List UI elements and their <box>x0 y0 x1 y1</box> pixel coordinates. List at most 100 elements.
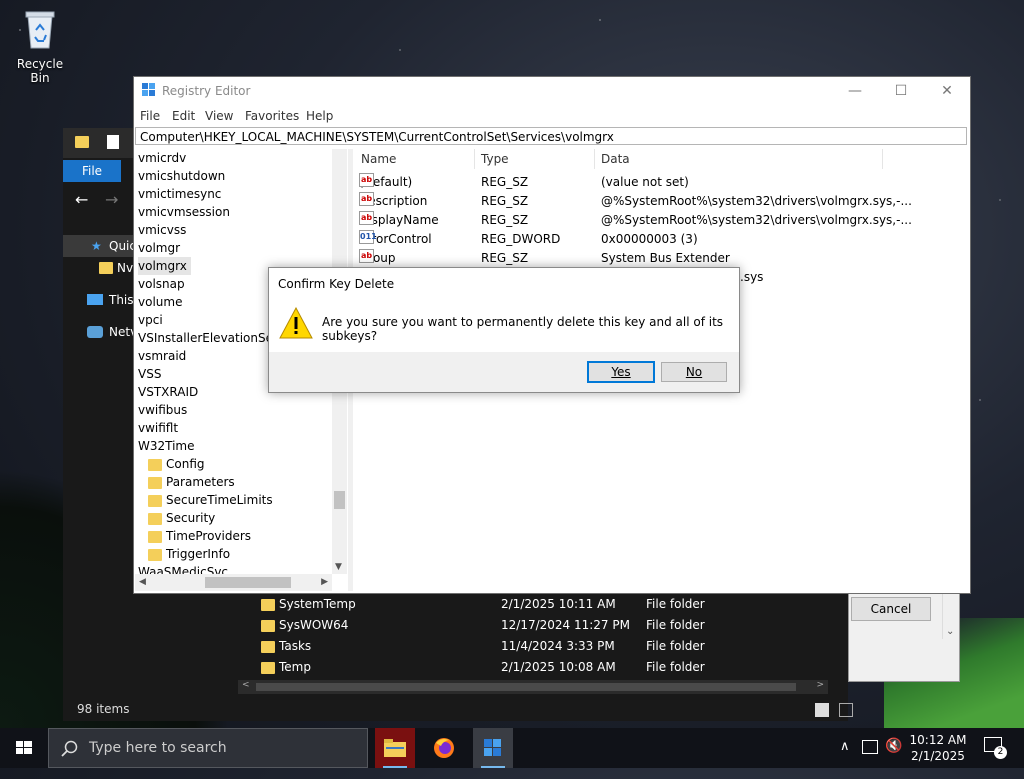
explorer-file-list: SystemTemp 2/1/2025 10:11 AM File folder… <box>241 594 841 678</box>
search-icon <box>61 740 78 757</box>
volume-muted-icon[interactable]: 🔇 <box>885 738 902 778</box>
value-row[interactable]: ab (Default) REG_SZ (value not set) <box>354 173 968 192</box>
folder-icon <box>261 619 275 632</box>
scroll-left-icon[interactable]: ◀ <box>139 577 146 587</box>
scrollbar-thumb[interactable] <box>256 683 796 691</box>
dialog-message: Are you sure you want to permanently del… <box>322 315 724 343</box>
taskbar-clock[interactable]: 10:12 AM 2/1/2025 <box>906 732 970 764</box>
column-name-header[interactable]: Name <box>361 152 396 166</box>
notification-count: 2 <box>994 746 1007 759</box>
recycle-bin-shortcut[interactable]: Recycle Bin <box>6 8 74 85</box>
cancel-button[interactable]: Cancel <box>851 597 931 621</box>
search-placeholder: Type here to search <box>89 740 227 756</box>
no-button[interactable]: No <box>661 362 727 382</box>
registry-editor-icon <box>142 83 155 96</box>
column-data-header[interactable]: Data <box>601 152 630 166</box>
tree-key-item[interactable]: volmgr <box>138 239 347 257</box>
tree-key-item[interactable]: TriggerInfo <box>138 545 347 563</box>
tree-key-item[interactable]: volmgrx <box>138 257 191 275</box>
properties-icon[interactable] <box>107 135 119 149</box>
network-icon[interactable] <box>862 740 878 754</box>
start-button[interactable] <box>0 728 48 768</box>
taskbar-search-box[interactable]: Type here to search <box>48 728 368 768</box>
chevron-up-icon[interactable]: ∧ <box>840 739 850 779</box>
tree-key-item[interactable]: vmictimesync <box>138 185 347 203</box>
tree-key-item[interactable]: vwifibus <box>138 401 347 419</box>
tree-key-item[interactable]: vmicrdv <box>138 149 347 167</box>
tree-key-item[interactable]: vwififlt <box>138 419 347 437</box>
chevron-down-icon[interactable]: ⌄ <box>946 626 954 637</box>
tree-key-item[interactable]: vmicvmsession <box>138 203 347 221</box>
dword-value-icon: 011 <box>359 230 377 244</box>
maximize-icon[interactable]: ☐ <box>878 77 924 105</box>
folder-icon <box>75 136 89 148</box>
file-row[interactable]: SystemTemp 2/1/2025 10:11 AM File folder <box>241 594 841 615</box>
tree-key-item[interactable]: W32Time <box>138 437 347 455</box>
dialog-button-bar: Yes No <box>269 352 739 392</box>
notifications-icon[interactable]: 2 <box>984 737 1007 759</box>
menu-bar: File Edit View Favorites Help <box>134 105 970 127</box>
explorer-status-bar: 98 items <box>63 698 853 721</box>
folder-icon <box>261 661 275 674</box>
dialog-title: Confirm Key Delete <box>278 277 395 291</box>
file-row[interactable]: Tasks 11/4/2024 3:33 PM File folder <box>241 636 841 657</box>
menu-help[interactable]: Help <box>306 109 333 123</box>
explorer-horizontal-scrollbar[interactable]: < > <box>238 680 828 694</box>
taskbar-firefox[interactable] <box>424 728 464 768</box>
warning-icon <box>279 307 313 339</box>
large-icons-view-icon[interactable] <box>839 703 853 717</box>
yes-button[interactable]: Yes <box>587 361 655 383</box>
forward-arrow-icon[interactable]: → <box>105 190 118 209</box>
tree-key-item[interactable]: SecureTimeLimits <box>138 491 347 509</box>
file-tab[interactable]: File <box>63 160 121 182</box>
confirm-key-delete-dialog[interactable]: Confirm Key Delete Are you sure you want… <box>268 267 740 393</box>
clock-time: 10:12 AM <box>909 733 967 747</box>
value-row[interactable]: 011 ErrorControl REG_DWORD 0x00000003 (3) <box>354 230 968 249</box>
tree-key-item[interactable]: Security <box>138 509 347 527</box>
folder-icon <box>148 476 162 489</box>
value-row[interactable]: ab Description REG_SZ @%SystemRoot%\system3… <box>354 192 968 211</box>
file-row[interactable]: Temp 2/1/2025 10:08 AM File folder <box>241 657 841 678</box>
taskbar-registry-editor[interactable] <box>473 728 513 768</box>
scroll-left-icon[interactable]: < <box>242 680 250 690</box>
scroll-right-icon[interactable]: ▶ <box>321 577 328 587</box>
background-dialog-scrollbar[interactable]: ⌄ <box>942 591 957 639</box>
scrollbar-thumb[interactable] <box>334 491 345 509</box>
taskbar-file-explorer[interactable] <box>375 728 415 768</box>
folder-icon <box>148 548 162 561</box>
taskbar: Type here to search ∧ 🔇 10:12 AM 2/1/202… <box>0 728 1024 768</box>
menu-edit[interactable]: Edit <box>172 109 195 123</box>
clock-date: 2/1/2025 <box>911 749 965 763</box>
string-value-icon: ab <box>359 192 374 206</box>
tree-key-item[interactable]: TimeProviders <box>138 527 347 545</box>
minimize-icon[interactable]: — <box>832 77 878 105</box>
value-row[interactable]: ab DisplayName REG_SZ @%SystemRoot%\system3… <box>354 211 968 230</box>
folder-icon <box>99 262 113 274</box>
folder-icon <box>148 494 162 507</box>
registry-editor-icon <box>484 739 501 756</box>
folder-icon <box>148 512 162 525</box>
string-value-icon: ab <box>359 249 374 263</box>
tree-key-item[interactable]: Parameters <box>138 473 347 491</box>
tree-key-item[interactable]: vmicvss <box>138 221 347 239</box>
tree-key-item[interactable]: Config <box>138 455 347 473</box>
scrollbar-thumb[interactable] <box>205 577 291 588</box>
explorer-quick-access-toolbar <box>63 128 135 158</box>
details-view-icon[interactable] <box>815 703 829 717</box>
scroll-right-icon[interactable]: > <box>816 680 824 690</box>
string-value-icon: ab <box>359 173 374 187</box>
menu-favorites[interactable]: Favorites <box>245 109 299 123</box>
file-row[interactable]: SysWOW64 12/17/2024 11:27 PM File folder <box>241 615 841 636</box>
menu-view[interactable]: View <box>205 109 233 123</box>
back-arrow-icon[interactable]: ← <box>75 190 88 209</box>
address-bar[interactable]: Computer\HKEY_LOCAL_MACHINE\SYSTEM\Curre… <box>135 127 967 145</box>
recycle-bin-label: Recycle Bin <box>16 57 64 85</box>
column-type-header[interactable]: Type <box>481 152 509 166</box>
background-dialog: Cancel ⌄ <box>848 590 960 682</box>
close-icon[interactable]: ✕ <box>924 77 970 105</box>
menu-file[interactable]: File <box>140 109 160 123</box>
tree-key-item[interactable]: vmicshutdown <box>138 167 347 185</box>
chevron-down-icon[interactable]: ▼ <box>335 562 342 572</box>
tree-horizontal-scrollbar[interactable]: ◀ ▶ <box>135 574 332 591</box>
value-row[interactable]: ab Group REG_SZ System Bus Extender <box>354 249 968 268</box>
